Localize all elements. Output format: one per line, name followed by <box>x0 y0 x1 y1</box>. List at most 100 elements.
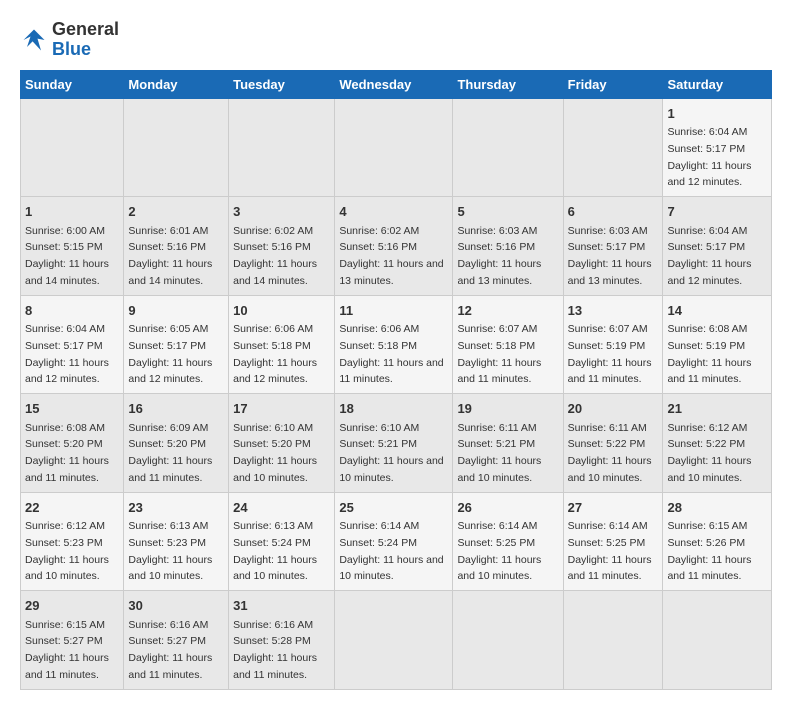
calendar-cell: 31 Sunrise: 6:16 AMSunset: 5:28 PMDaylig… <box>229 591 335 690</box>
calendar-cell: 30 Sunrise: 6:16 AMSunset: 5:27 PMDaylig… <box>124 591 229 690</box>
calendar-cell <box>229 98 335 197</box>
column-header-monday: Monday <box>124 70 229 98</box>
day-number: 7 <box>667 202 767 222</box>
day-info: Sunrise: 6:12 AMSunset: 5:22 PMDaylight:… <box>667 422 751 484</box>
day-number: 13 <box>568 301 659 321</box>
day-info: Sunrise: 6:09 AMSunset: 5:20 PMDaylight:… <box>128 422 212 484</box>
calendar-cell: 29 Sunrise: 6:15 AMSunset: 5:27 PMDaylig… <box>21 591 124 690</box>
day-info: Sunrise: 6:13 AMSunset: 5:24 PMDaylight:… <box>233 520 317 582</box>
day-number: 11 <box>339 301 448 321</box>
calendar-cell: 24 Sunrise: 6:13 AMSunset: 5:24 PMDaylig… <box>229 492 335 591</box>
day-info: Sunrise: 6:07 AMSunset: 5:19 PMDaylight:… <box>568 323 652 385</box>
day-info: Sunrise: 6:11 AMSunset: 5:22 PMDaylight:… <box>568 422 652 484</box>
calendar-cell: 7 Sunrise: 6:04 AMSunset: 5:17 PMDayligh… <box>663 197 772 296</box>
day-info: Sunrise: 6:15 AMSunset: 5:27 PMDaylight:… <box>25 619 109 681</box>
day-info: Sunrise: 6:03 AMSunset: 5:16 PMDaylight:… <box>457 225 541 287</box>
day-number: 26 <box>457 498 558 518</box>
calendar-cell: 5 Sunrise: 6:03 AMSunset: 5:16 PMDayligh… <box>453 197 563 296</box>
day-number: 28 <box>667 498 767 518</box>
calendar-cell <box>563 591 663 690</box>
day-number: 4 <box>339 202 448 222</box>
calendar-cell: 9 Sunrise: 6:05 AMSunset: 5:17 PMDayligh… <box>124 295 229 394</box>
calendar-cell: 6 Sunrise: 6:03 AMSunset: 5:17 PMDayligh… <box>563 197 663 296</box>
logo: GeneralBlue <box>20 20 119 60</box>
column-header-wednesday: Wednesday <box>335 70 453 98</box>
day-info: Sunrise: 6:16 AMSunset: 5:27 PMDaylight:… <box>128 619 212 681</box>
day-info: Sunrise: 6:14 AMSunset: 5:24 PMDaylight:… <box>339 520 443 582</box>
day-info: Sunrise: 6:08 AMSunset: 5:20 PMDaylight:… <box>25 422 109 484</box>
day-number: 9 <box>128 301 224 321</box>
calendar-cell: 21 Sunrise: 6:12 AMSunset: 5:22 PMDaylig… <box>663 394 772 493</box>
day-info: Sunrise: 6:13 AMSunset: 5:23 PMDaylight:… <box>128 520 212 582</box>
day-number: 14 <box>667 301 767 321</box>
day-number: 15 <box>25 399 119 419</box>
calendar-cell: 8 Sunrise: 6:04 AMSunset: 5:17 PMDayligh… <box>21 295 124 394</box>
day-info: Sunrise: 6:11 AMSunset: 5:21 PMDaylight:… <box>457 422 541 484</box>
calendar-week-1: 1 Sunrise: 6:04 AMSunset: 5:17 PMDayligh… <box>21 98 772 197</box>
day-info: Sunrise: 6:06 AMSunset: 5:18 PMDaylight:… <box>339 323 443 385</box>
day-number: 17 <box>233 399 330 419</box>
calendar-cell: 10 Sunrise: 6:06 AMSunset: 5:18 PMDaylig… <box>229 295 335 394</box>
day-info: Sunrise: 6:02 AMSunset: 5:16 PMDaylight:… <box>233 225 317 287</box>
day-info: Sunrise: 6:04 AMSunset: 5:17 PMDaylight:… <box>25 323 109 385</box>
calendar-cell <box>124 98 229 197</box>
calendar-cell <box>663 591 772 690</box>
calendar-cell: 26 Sunrise: 6:14 AMSunset: 5:25 PMDaylig… <box>453 492 563 591</box>
day-number: 1 <box>667 104 767 124</box>
day-number: 19 <box>457 399 558 419</box>
calendar-cell: 3 Sunrise: 6:02 AMSunset: 5:16 PMDayligh… <box>229 197 335 296</box>
calendar-cell: 4 Sunrise: 6:02 AMSunset: 5:16 PMDayligh… <box>335 197 453 296</box>
day-number: 10 <box>233 301 330 321</box>
day-number: 23 <box>128 498 224 518</box>
day-info: Sunrise: 6:10 AMSunset: 5:20 PMDaylight:… <box>233 422 317 484</box>
calendar-cell: 18 Sunrise: 6:10 AMSunset: 5:21 PMDaylig… <box>335 394 453 493</box>
calendar-cell: 2 Sunrise: 6:01 AMSunset: 5:16 PMDayligh… <box>124 197 229 296</box>
calendar-cell: 22 Sunrise: 6:12 AMSunset: 5:23 PMDaylig… <box>21 492 124 591</box>
column-header-friday: Friday <box>563 70 663 98</box>
day-number: 30 <box>128 596 224 616</box>
day-info: Sunrise: 6:04 AMSunset: 5:17 PMDaylight:… <box>667 126 751 188</box>
day-info: Sunrise: 6:14 AMSunset: 5:25 PMDaylight:… <box>457 520 541 582</box>
day-number: 27 <box>568 498 659 518</box>
calendar-cell: 1 Sunrise: 6:04 AMSunset: 5:17 PMDayligh… <box>663 98 772 197</box>
day-info: Sunrise: 6:01 AMSunset: 5:16 PMDaylight:… <box>128 225 212 287</box>
calendar-cell <box>21 98 124 197</box>
day-number: 20 <box>568 399 659 419</box>
day-info: Sunrise: 6:06 AMSunset: 5:18 PMDaylight:… <box>233 323 317 385</box>
calendar-cell: 20 Sunrise: 6:11 AMSunset: 5:22 PMDaylig… <box>563 394 663 493</box>
day-info: Sunrise: 6:03 AMSunset: 5:17 PMDaylight:… <box>568 225 652 287</box>
calendar-table: SundayMondayTuesdayWednesdayThursdayFrid… <box>20 70 772 690</box>
calendar-cell: 13 Sunrise: 6:07 AMSunset: 5:19 PMDaylig… <box>563 295 663 394</box>
day-number: 3 <box>233 202 330 222</box>
day-info: Sunrise: 6:08 AMSunset: 5:19 PMDaylight:… <box>667 323 751 385</box>
day-info: Sunrise: 6:14 AMSunset: 5:25 PMDaylight:… <box>568 520 652 582</box>
calendar-body: 1 Sunrise: 6:04 AMSunset: 5:17 PMDayligh… <box>21 98 772 689</box>
calendar-cell: 17 Sunrise: 6:10 AMSunset: 5:20 PMDaylig… <box>229 394 335 493</box>
day-number: 1 <box>25 202 119 222</box>
day-info: Sunrise: 6:02 AMSunset: 5:16 PMDaylight:… <box>339 225 443 287</box>
day-number: 31 <box>233 596 330 616</box>
day-info: Sunrise: 6:15 AMSunset: 5:26 PMDaylight:… <box>667 520 751 582</box>
day-number: 29 <box>25 596 119 616</box>
column-header-tuesday: Tuesday <box>229 70 335 98</box>
column-header-sunday: Sunday <box>21 70 124 98</box>
day-info: Sunrise: 6:07 AMSunset: 5:18 PMDaylight:… <box>457 323 541 385</box>
calendar-cell: 12 Sunrise: 6:07 AMSunset: 5:18 PMDaylig… <box>453 295 563 394</box>
day-number: 5 <box>457 202 558 222</box>
calendar-cell: 19 Sunrise: 6:11 AMSunset: 5:21 PMDaylig… <box>453 394 563 493</box>
day-number: 25 <box>339 498 448 518</box>
logo-icon <box>20 26 48 54</box>
calendar-week-5: 22 Sunrise: 6:12 AMSunset: 5:23 PMDaylig… <box>21 492 772 591</box>
calendar-cell: 23 Sunrise: 6:13 AMSunset: 5:23 PMDaylig… <box>124 492 229 591</box>
calendar-cell <box>453 98 563 197</box>
day-info: Sunrise: 6:00 AMSunset: 5:15 PMDaylight:… <box>25 225 109 287</box>
day-info: Sunrise: 6:05 AMSunset: 5:17 PMDaylight:… <box>128 323 212 385</box>
day-info: Sunrise: 6:04 AMSunset: 5:17 PMDaylight:… <box>667 225 751 287</box>
calendar-cell: 25 Sunrise: 6:14 AMSunset: 5:24 PMDaylig… <box>335 492 453 591</box>
day-number: 6 <box>568 202 659 222</box>
page-header: GeneralBlue <box>20 20 772 60</box>
calendar-week-3: 8 Sunrise: 6:04 AMSunset: 5:17 PMDayligh… <box>21 295 772 394</box>
column-header-saturday: Saturday <box>663 70 772 98</box>
day-number: 21 <box>667 399 767 419</box>
day-number: 22 <box>25 498 119 518</box>
